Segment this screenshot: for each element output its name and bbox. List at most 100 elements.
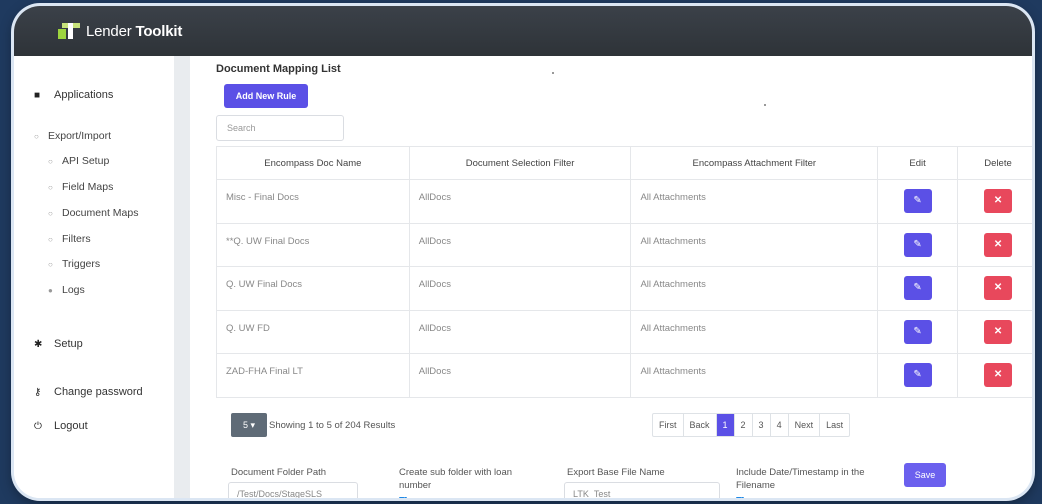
page-1[interactable]: 1 (716, 414, 735, 436)
close-icon: ✕ (993, 325, 1003, 337)
subfolder-label: Create sub folder with loan number (399, 467, 513, 491)
document-mapping-table: Encompass Doc Name Document Selection Fi… (216, 146, 1032, 398)
edit-button[interactable]: ✎ (903, 363, 932, 388)
delete-button[interactable]: ✕ (984, 276, 1013, 301)
cell-doc-name: Q. UW FD (216, 309, 410, 354)
pagination: First Back 1 2 3 4 Next Last (652, 413, 851, 437)
pencil-icon: ✎ (913, 195, 922, 207)
timestamp-checkbox[interactable]: ✓ (736, 497, 744, 498)
top-bar: Lender Toolkit (14, 6, 1032, 56)
nav-api-setup[interactable]: ○ API Setup (48, 155, 109, 167)
save-button[interactable]: Save (904, 463, 946, 487)
cell-attachment-filter: All Attachments (630, 353, 879, 398)
col-delete: Delete (957, 146, 1032, 180)
pencil-icon: ✎ (913, 238, 922, 250)
page-first[interactable]: First (653, 414, 684, 436)
close-icon: ✕ (993, 282, 1003, 294)
nav-document-maps[interactable]: ○ Document Maps (48, 207, 138, 219)
search-input[interactable] (216, 115, 344, 141)
base-filename-label: Export Base File Name (567, 467, 665, 478)
cell-doc-name: **Q. UW Final Docs (216, 222, 410, 267)
table-row: Misc - Final Docs AllDocs All Attachment… (216, 179, 1032, 224)
edit-button[interactable]: ✎ (903, 276, 932, 301)
bullet-icon: ○ (34, 131, 39, 141)
folder-path-label: Document Folder Path (231, 467, 327, 478)
page-last[interactable]: Last (820, 414, 849, 436)
page-4[interactable]: 4 (771, 414, 789, 436)
gear-icon: ✱ (34, 338, 43, 350)
folder-path-input[interactable] (228, 482, 358, 498)
cell-selection-filter: AllDocs (408, 222, 632, 267)
delete-button[interactable]: ✕ (984, 363, 1013, 388)
add-new-rule-button[interactable]: Add New Rule (224, 84, 308, 108)
nav-field-maps[interactable]: ○ Field Maps (48, 181, 113, 193)
col-encompass-doc-name[interactable]: Encompass Doc Name (216, 146, 410, 180)
nav-change-password[interactable]: ⚷ Change password (34, 386, 143, 398)
col-document-selection-filter[interactable]: Document Selection Filter (408, 146, 632, 180)
cell-selection-filter: AllDocs (408, 353, 632, 398)
check-icon: ✓ (400, 497, 406, 498)
power-icon: ⏻ (34, 420, 42, 432)
app-window: Lender Toolkit ■ Applications ○ Export/I… (14, 6, 1032, 498)
main-content: Document Mapping List Add New Rule Encom… (190, 56, 1032, 498)
cell-attachment-filter: All Attachments (630, 179, 879, 224)
cell-doc-name: ZAD-FHA Final LT (216, 353, 410, 398)
table-row: Q. UW FD AllDocs All Attachments ✎ ✕ (216, 309, 1032, 354)
nav-applications[interactable]: ■ Applications (34, 89, 113, 101)
page-title: Document Mapping List (216, 63, 341, 75)
base-filename-input[interactable] (564, 482, 720, 498)
logo-text: Lender Toolkit (86, 22, 183, 40)
nav-setup[interactable]: ✱ Setup (34, 338, 83, 350)
bullet-filled-icon: ● (48, 285, 53, 295)
bullet-icon: ○ (48, 182, 53, 192)
close-icon: ✕ (993, 369, 1003, 381)
bullet-icon: ○ (48, 259, 53, 269)
subfolder-checkbox[interactable]: ✓ (399, 497, 407, 498)
results-count: Showing 1 to 5 of 204 Results (269, 420, 396, 431)
page-size-select[interactable]: 5 ▾ (231, 413, 267, 437)
key-icon: ⚷ (34, 386, 42, 398)
page-next[interactable]: Next (789, 414, 821, 436)
bullet-icon: ○ (48, 156, 53, 166)
sidebar: ■ Applications ○ Export/Import ○ API Set… (14, 56, 174, 498)
sidebar-divider (174, 56, 190, 498)
logo[interactable]: Lender Toolkit (58, 21, 182, 41)
nav-export-import[interactable]: ○ Export/Import (34, 130, 111, 142)
edit-button[interactable]: ✎ (903, 232, 932, 257)
delete-button[interactable]: ✕ (984, 232, 1013, 257)
table-row: Q. UW Final Docs AllDocs All Attachments… (216, 266, 1032, 311)
cell-selection-filter: AllDocs (408, 179, 632, 224)
pencil-icon: ✎ (913, 282, 922, 294)
table-row: **Q. UW Final Docs AllDocs All Attachmen… (216, 222, 1032, 267)
edit-button[interactable]: ✎ (903, 189, 932, 214)
timestamp-label: Include Date/Timestamp in the Filename (736, 467, 865, 491)
logo-mark-icon (58, 21, 80, 41)
nav-applications-label: Applications (54, 89, 114, 101)
decorative-dot (552, 72, 554, 74)
page-3[interactable]: 3 (753, 414, 771, 436)
cell-attachment-filter: All Attachments (630, 222, 879, 267)
applications-icon: ■ (34, 89, 41, 101)
nav-filters[interactable]: ○ Filters (48, 233, 91, 245)
page-back[interactable]: Back (684, 414, 717, 436)
nav-logout[interactable]: ⏻ Logout (34, 420, 88, 432)
delete-button[interactable]: ✕ (984, 189, 1013, 214)
cell-selection-filter: AllDocs (408, 266, 632, 311)
check-icon: ✓ (737, 497, 743, 498)
caret-down-icon: ▾ (250, 420, 256, 430)
cell-doc-name: Q. UW Final Docs (216, 266, 410, 311)
pencil-icon: ✎ (913, 369, 922, 381)
delete-button[interactable]: ✕ (984, 319, 1013, 344)
decorative-dot (764, 104, 766, 106)
close-icon: ✕ (993, 195, 1003, 207)
bullet-icon: ○ (48, 234, 53, 244)
page-2[interactable]: 2 (735, 414, 753, 436)
nav-triggers[interactable]: ○ Triggers (48, 258, 100, 270)
nav-logs[interactable]: ● Logs (48, 284, 85, 296)
pencil-icon: ✎ (913, 325, 922, 337)
nav-export-import-label: Export/Import (48, 130, 112, 142)
edit-button[interactable]: ✎ (903, 319, 932, 344)
cell-doc-name: Misc - Final Docs (216, 179, 410, 224)
table-row: ZAD-FHA Final LT AllDocs All Attachments… (216, 353, 1032, 398)
col-encompass-attachment-filter[interactable]: Encompass Attachment Filter (630, 146, 879, 180)
